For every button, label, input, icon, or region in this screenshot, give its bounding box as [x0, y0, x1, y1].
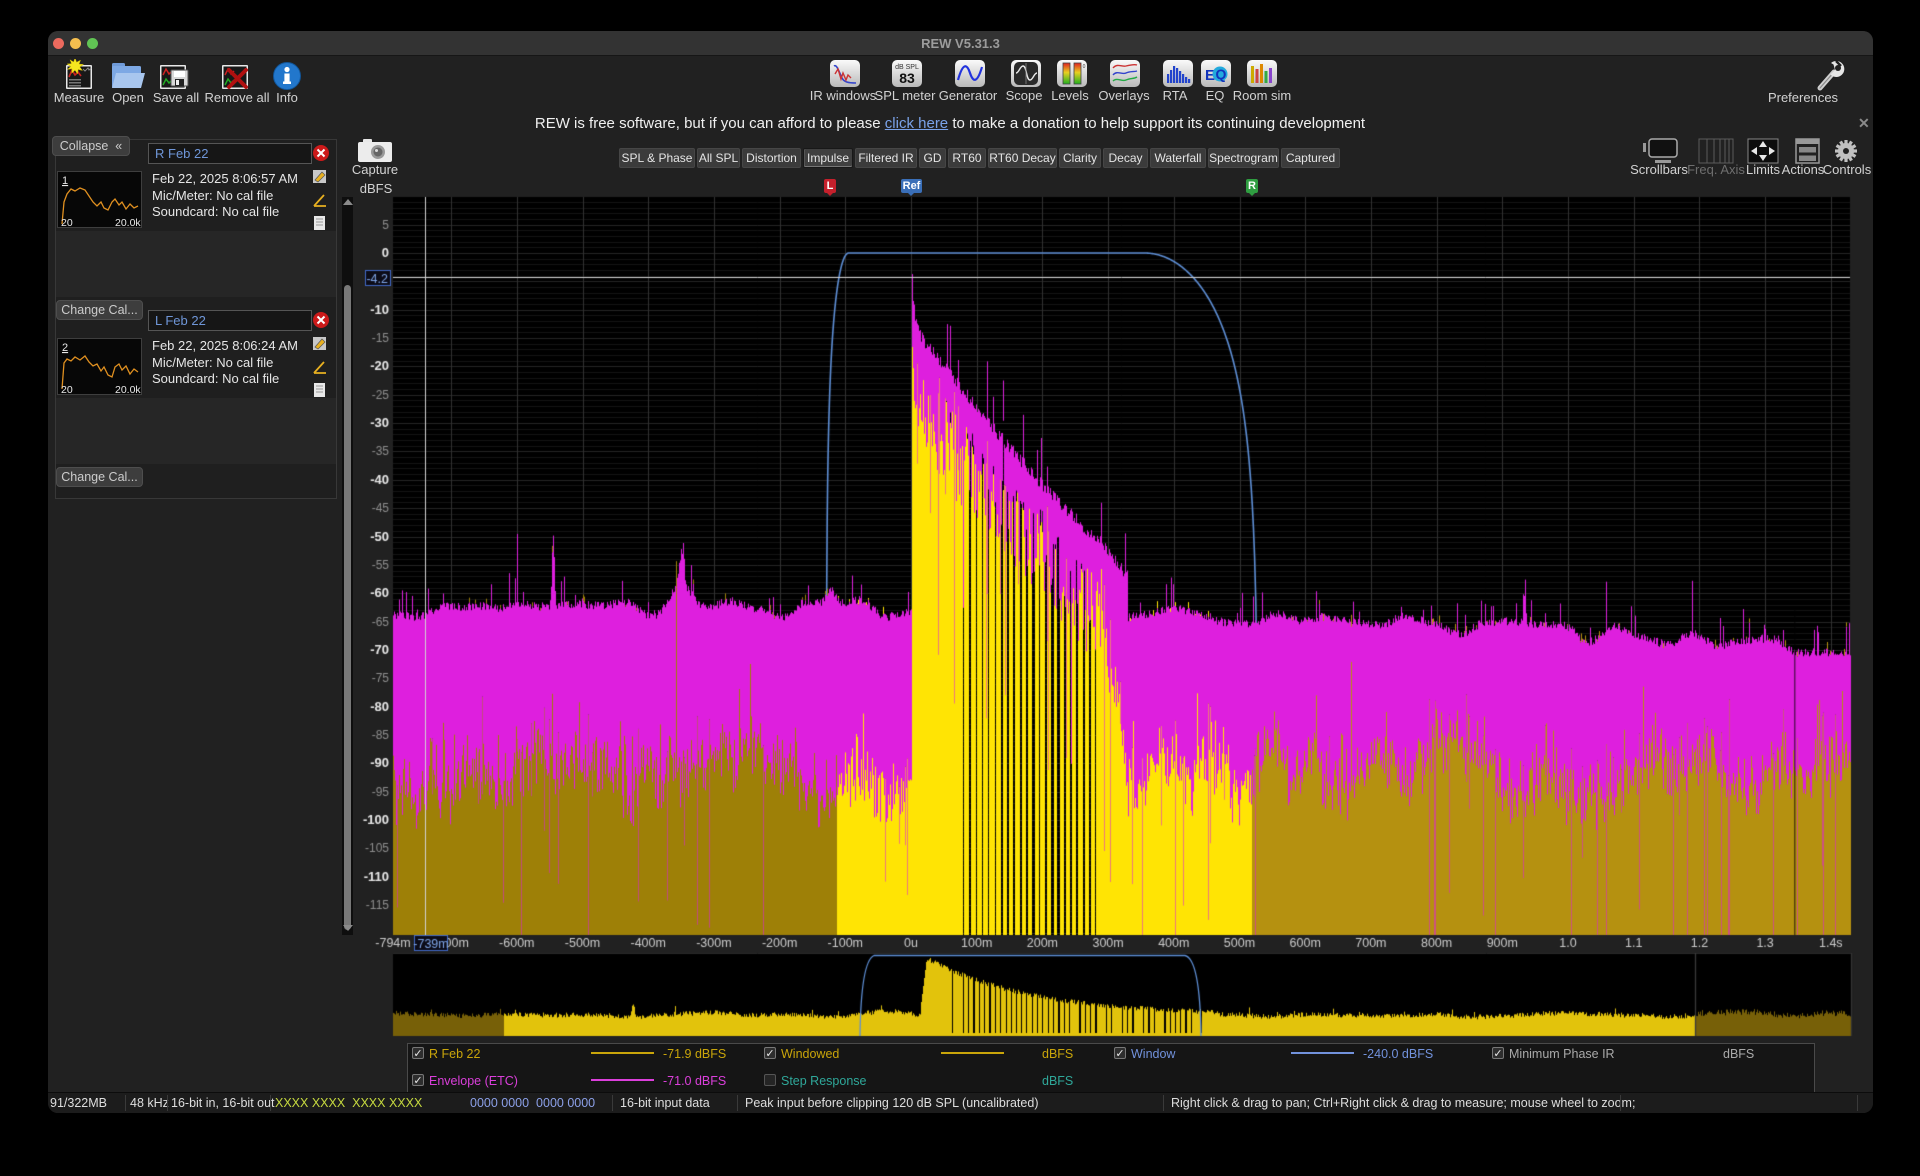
svg-text:2: 2 — [62, 342, 68, 354]
svg-text:83: 83 — [899, 70, 915, 86]
svg-text:Q: Q — [1216, 66, 1227, 82]
svg-text:20.0k: 20.0k — [115, 384, 141, 396]
svg-text:20.0k: 20.0k — [115, 217, 141, 229]
svg-text:20: 20 — [61, 217, 73, 229]
svg-text:0: 0 — [1083, 64, 1086, 70]
svg-text:20: 20 — [61, 384, 73, 396]
svg-text:1: 1 — [62, 175, 68, 187]
